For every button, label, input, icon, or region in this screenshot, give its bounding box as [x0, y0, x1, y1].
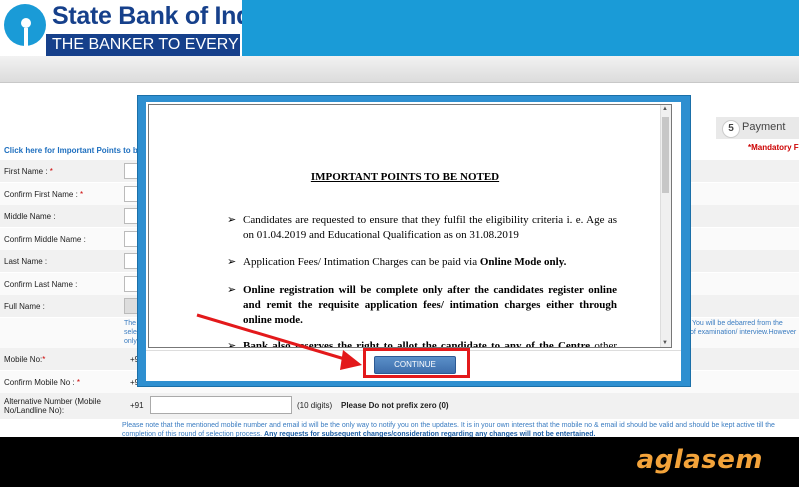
- arrow-bullet-icon: ➢: [227, 214, 237, 226]
- scroll-thumb[interactable]: [662, 117, 669, 193]
- required-marker: *: [76, 378, 81, 387]
- arrow-bullet-icon: ➢: [227, 340, 237, 348]
- alt-prefix: +91: [130, 401, 144, 410]
- sbi-keyhole-icon: [4, 4, 46, 48]
- modal-title: IMPORTANT POINTS TO BE NOTED: [310, 171, 500, 183]
- important-points-modal: IMPORTANT POINTS TO BE NOTED ➢ Candidate…: [137, 95, 691, 387]
- field-label: Middle Name :: [4, 212, 56, 221]
- scroll-down-icon[interactable]: ▼: [662, 340, 668, 346]
- sbi-logo: State Bank of India THE BANKER TO EVERY …: [0, 0, 297, 56]
- bank-name: State Bank of India: [52, 2, 272, 30]
- field-label: Confirm Last Name :: [4, 280, 78, 289]
- field-label: First Name :: [4, 167, 48, 176]
- nav-bar: [0, 56, 799, 83]
- alt-number-input[interactable]: [150, 396, 292, 414]
- fullname-note-line: You will be debarred from the: [692, 320, 783, 327]
- fullname-note-line: The: [124, 320, 137, 327]
- aglasem-watermark: aglasem: [636, 445, 763, 475]
- point-text-bold: Online Mode only.: [479, 256, 567, 268]
- step-payment: 5 Payment: [716, 117, 799, 139]
- watermark-band: aglasem: [0, 437, 799, 487]
- alt-digits-hint: (10 digits): [297, 401, 333, 410]
- point-text: Candidates are requested to ensure that …: [243, 214, 617, 241]
- scroll-up-icon[interactable]: ▲: [662, 106, 668, 112]
- alt-zero-warning: Please Do not prefix zero (0): [341, 401, 449, 410]
- point-text-bold: Online registration will be complete onl…: [243, 284, 617, 326]
- form-row-alternative-number: Alternative Number (Mobile No/Landline N…: [0, 393, 799, 419]
- mandatory-fields-note: *Mandatory Fie: [748, 143, 799, 152]
- continue-highlight-box: [363, 348, 470, 378]
- field-label: Confirm Mobile No :: [4, 378, 75, 387]
- point-text: Application Fees/ Intimation Charges can…: [243, 256, 480, 268]
- header-stripe: [242, 0, 799, 56]
- fullname-note-line: of examination/ interview.However: [690, 329, 797, 336]
- arrow-bullet-icon: ➢: [227, 256, 237, 268]
- point-item: ➢ Candidates are requested to ensure tha…: [227, 213, 617, 243]
- field-label: Full Name :: [4, 302, 45, 311]
- important-points-link[interactable]: Click here for Important Points to be no: [4, 146, 154, 155]
- point-text-bold: Bank also reserves the right to allot th…: [243, 340, 591, 348]
- required-marker: *: [80, 190, 84, 199]
- step-number: 5: [722, 120, 740, 138]
- field-label: Confirm First Name :: [4, 190, 78, 199]
- field-label: Mobile No:: [4, 355, 43, 364]
- field-label: Confirm Middle Name :: [4, 235, 86, 244]
- point-item: ➢ Online registration will be complete o…: [227, 283, 617, 328]
- fullname-note-line: only: [124, 338, 137, 345]
- fullname-note-line: sele: [124, 329, 137, 336]
- alt-number-label: Alternative Number (Mobile No/Landline N…: [4, 397, 101, 415]
- field-label: Last Name :: [4, 257, 48, 266]
- important-points-document[interactable]: IMPORTANT POINTS TO BE NOTED ➢ Candidate…: [148, 104, 672, 348]
- required-marker: *: [42, 355, 46, 364]
- point-item: ➢ Bank also reserves the right to allot …: [227, 339, 617, 348]
- step-label: Payment: [742, 121, 786, 133]
- required-marker: *: [49, 167, 53, 176]
- modal-body: IMPORTANT POINTS TO BE NOTED ➢ Candidate…: [146, 102, 681, 381]
- arrow-bullet-icon: ➢: [227, 284, 237, 296]
- document-scrollbar[interactable]: ▲ ▼: [660, 105, 671, 347]
- bank-tagline: THE BANKER TO EVERY INDIAN: [46, 34, 297, 56]
- point-item: ➢ Application Fees/ Intimation Charges c…: [227, 255, 617, 270]
